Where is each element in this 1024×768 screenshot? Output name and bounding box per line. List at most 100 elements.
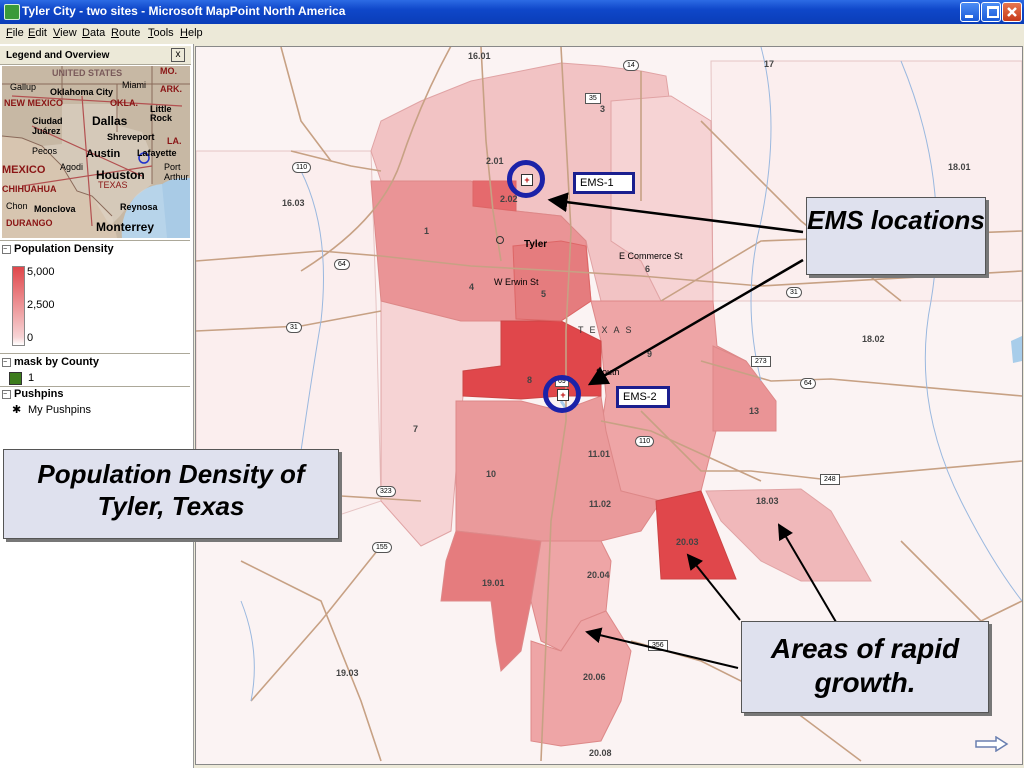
overview-label: DURANGO [6, 218, 53, 228]
highway-shield: 110 [635, 436, 655, 447]
state-label: TEXAS [578, 325, 638, 335]
tract-label: 13 [749, 406, 760, 416]
overview-label: Oklahoma City [50, 87, 114, 97]
density-scale-mid: 2,500 [27, 299, 55, 311]
overview-label: Gallup [10, 82, 37, 92]
tract-label: 16.03 [282, 198, 305, 208]
tract-label: 7 [413, 424, 419, 434]
tract-label: 20.06 [583, 672, 606, 682]
menu-route[interactable]: Route [111, 27, 140, 39]
street-label: South [596, 367, 620, 377]
tract-label: 11.01 [588, 449, 611, 459]
overview-label: Pecos [32, 146, 58, 156]
tract-label: 20.03 [676, 537, 699, 547]
overview-label: Arthur [164, 172, 189, 182]
ems-2-label: EMS-2 [616, 386, 670, 408]
tract-label: 2.01 [486, 156, 504, 166]
mask-by-county-section[interactable]: − mask by County [2, 356, 99, 368]
menu-file[interactable]: File [6, 27, 24, 39]
overview-label: Juárez [32, 126, 61, 136]
overview-label: Monterrey [96, 220, 155, 234]
tract-label: 19.01 [482, 578, 505, 588]
highway-shield: 35 [585, 93, 601, 104]
highway-shield: 110 [292, 162, 312, 173]
legend-panel-title: Legend and Overview [6, 50, 110, 61]
tract-label: 18.03 [756, 496, 779, 506]
tract-label: 8 [527, 375, 533, 385]
minimize-button[interactable] [960, 2, 980, 22]
tract-label: 4 [469, 282, 475, 292]
menu-data[interactable]: Data [82, 27, 105, 39]
my-pushpins-item[interactable]: My Pushpins [28, 404, 91, 416]
ems-1-pushpin-icon[interactable]: + [521, 174, 533, 186]
maximize-button[interactable] [981, 2, 1001, 22]
callout-ems-text: EMS locations [807, 205, 985, 235]
legend-panel-close-button[interactable]: x [171, 48, 185, 62]
overview-label: Shreveport [107, 132, 155, 142]
overview-label: CHIHUAHUA [2, 184, 57, 194]
overview-label: Dallas [92, 114, 128, 128]
overview-label: Lafayette [137, 148, 177, 158]
pushpins-section[interactable]: − Pushpins [2, 388, 64, 400]
highway-shield: 64 [334, 259, 350, 270]
city-marker-icon [496, 236, 504, 244]
mask-by-county-title: mask by County [14, 356, 99, 368]
collapse-icon[interactable]: − [2, 358, 11, 367]
highway-shield: 356 [648, 640, 668, 651]
highway-shield: 155 [372, 542, 392, 553]
highway-shield: 64 [800, 378, 816, 389]
density-color-scale [12, 266, 25, 346]
tract-label: 20.08 [589, 748, 612, 758]
menu-edit[interactable]: Edit [28, 27, 47, 39]
pushpins-title: Pushpins [14, 388, 64, 400]
overview-label: Agodi [60, 162, 84, 172]
highway-shield: 323 [376, 486, 396, 497]
overview-label: MO. [160, 66, 177, 76]
overview-label: NEW MEXICO [4, 98, 64, 108]
population-density-section[interactable]: − Population Density [2, 243, 114, 255]
overview-label: Rock [150, 113, 173, 123]
next-arrow-icon[interactable] [975, 736, 1009, 752]
city-label-tyler: Tyler [524, 239, 548, 250]
overview-label: UNITED STATES [52, 68, 123, 78]
collapse-icon[interactable]: − [2, 390, 11, 399]
menu-view[interactable]: View [53, 27, 77, 39]
population-density-title: Population Density [14, 243, 114, 255]
density-scale-max: 5,000 [27, 266, 55, 278]
ems-1-label: EMS-1 [573, 172, 635, 194]
highway-shield: 14 [623, 60, 639, 71]
growth-callout: Areas of rapid growth. [741, 621, 989, 713]
overview-label: TEXAS [98, 180, 128, 190]
tract-label: 17 [764, 59, 775, 69]
overview-label: Miami [122, 80, 146, 90]
callout-growth-text: Areas of rapid growth. [770, 633, 960, 698]
title-callout: Population Density of Tyler, Texas [3, 449, 339, 539]
tract-label: 20.04 [587, 570, 610, 580]
mappoint-app-icon [4, 4, 20, 20]
overview-label: Austin [86, 148, 121, 160]
tract-label: 11.02 [589, 499, 612, 509]
divider [0, 386, 190, 387]
tract-label: 16.01 [468, 51, 491, 61]
tract-label: 1 [424, 226, 430, 236]
close-button[interactable] [1002, 2, 1022, 22]
close-icon [1007, 7, 1017, 17]
highway-shield: 31 [786, 287, 802, 298]
highway-shield: 31 [286, 322, 302, 333]
overview-map[interactable]: UNITED STATES MO. Gallup Oklahoma City M… [2, 66, 190, 238]
overview-label: Port [164, 162, 181, 172]
menu-tools[interactable]: Tools [148, 27, 174, 39]
menu-help[interactable]: Help [180, 27, 203, 39]
overview-label: MEXICO [2, 164, 46, 176]
menu-bar: File Edit View Data Route Tools Help [0, 24, 1024, 44]
callout-title-text: Population Density of Tyler, Texas [37, 459, 305, 521]
mask-swatch [9, 372, 22, 385]
window-title: Tyler City - two sites - Microsoft MapPo… [22, 4, 346, 18]
ems-callout: EMS locations [806, 197, 986, 275]
collapse-icon[interactable]: − [2, 245, 11, 254]
tract-label: 19.03 [336, 668, 359, 678]
overview-label: LA. [167, 136, 182, 146]
street-label: E Commerce St [619, 251, 683, 261]
tract-label: 5 [541, 289, 547, 299]
ems-2-pushpin-icon[interactable]: + [557, 389, 569, 401]
